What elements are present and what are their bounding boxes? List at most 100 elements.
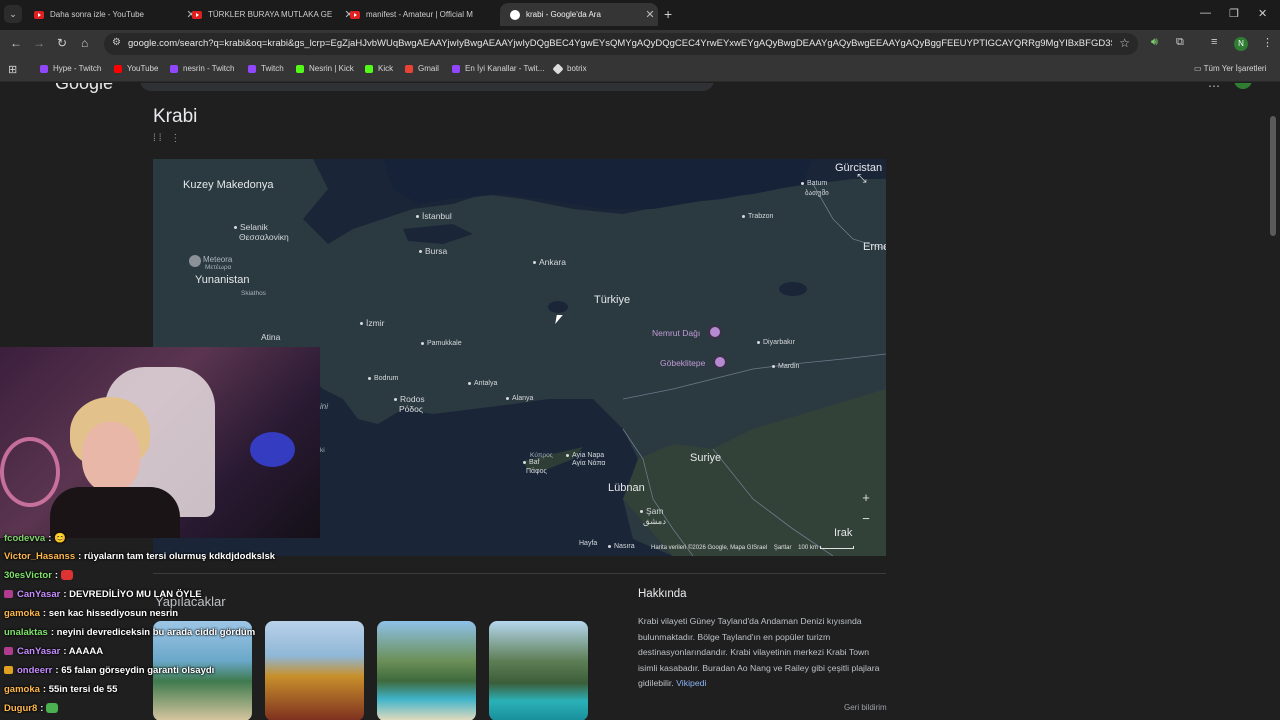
place-meteora[interactable]: Meteora — [203, 255, 232, 264]
bookmark-star-icon[interactable]: ☆ — [1119, 36, 1130, 50]
city-trabzon[interactable]: Trabzon — [742, 213, 773, 220]
city-mardin[interactable]: Mardin — [772, 363, 799, 370]
about-text: Krabi vilayeti Güney Tayland'da Andaman … — [638, 614, 888, 692]
folder-label: Tüm Yer İşaretleri — [1203, 64, 1267, 73]
back-icon[interactable]: ← — [10, 36, 22, 50]
wikipedia-link[interactable]: Vikipedi — [676, 678, 706, 688]
city-ayia-napa[interactable]: Ayia Napa — [566, 452, 604, 459]
zoom-in-button[interactable]: + — [855, 487, 877, 508]
chat-username: gamoka — [4, 684, 40, 695]
country-label-iraq: Irak — [834, 527, 853, 539]
home-icon[interactable]: ⌂ — [81, 36, 88, 50]
bookmark-youtube[interactable]: YouTube — [114, 64, 158, 73]
bookmark-botrix[interactable]: botrix — [552, 62, 587, 75]
forward-icon[interactable]: → — [33, 36, 45, 50]
minimize-icon[interactable]: — — [1200, 7, 1211, 19]
page-scrollbar[interactable] — [1270, 116, 1276, 236]
city-rhodes[interactable]: Rodos — [394, 394, 425, 404]
city-izmir[interactable]: İzmir — [360, 318, 384, 328]
youtube-icon — [114, 64, 122, 73]
apps-grid-icon[interactable]: ⊞ — [8, 63, 17, 76]
poi-nemrut-dagi[interactable]: Nemrut Dağı — [652, 328, 700, 338]
place-cyprus-greek: Κύπρος — [530, 452, 553, 459]
stream-chat: fcodevva: 😊 Victor_Hasanss: rüyaların ta… — [0, 533, 340, 720]
city-athens[interactable]: Atina — [261, 332, 280, 342]
url-text[interactable]: google.com/search?q=krabi&oq=krabi&gs_lc… — [128, 38, 1112, 49]
entity-title: Krabi — [153, 106, 198, 127]
close-tab-icon[interactable]: ✕ — [642, 8, 658, 21]
emote-icon — [60, 570, 73, 581]
search-box[interactable] — [140, 83, 714, 91]
bookmark-label: Nesrin | Kick — [309, 64, 354, 73]
media-controls-icon[interactable]: ≡ — [1211, 36, 1217, 48]
google-apps-icon[interactable]: ⋯ — [1208, 83, 1220, 93]
chat-message: 30esVictor: — [4, 570, 73, 581]
zoom-out-button[interactable]: − — [855, 508, 877, 529]
about-panel: Hakkında Krabi vilayeti Güney Tayland'da… — [638, 588, 888, 692]
restore-icon[interactable]: ❐ — [1229, 7, 1239, 20]
bookmark-nesrin-kick[interactable]: Nesrin | Kick — [296, 64, 354, 73]
tab-search-button[interactable]: ⌄ — [4, 5, 22, 23]
close-window-icon[interactable]: ✕ — [1258, 7, 1267, 20]
google-logo[interactable]: Google — [55, 83, 113, 94]
city-haifa[interactable]: Hayfa — [579, 540, 597, 547]
city-ankara[interactable]: Ankara — [533, 257, 566, 267]
city-thessaloniki-greek: Θεσσαλονίκη — [239, 232, 289, 242]
streamer-body — [50, 487, 180, 538]
chat-message: gamoka: sen kac hissediyosun nesrin — [4, 608, 179, 619]
city-damascus[interactable]: Şam — [640, 506, 663, 516]
city-alanya[interactable]: Alanya — [506, 395, 533, 402]
thing-to-do-image-3[interactable] — [377, 621, 476, 720]
meteora-pin-icon[interactable] — [189, 255, 201, 267]
bookmark-nesrin-twitch[interactable]: nesrin - Twitch — [170, 64, 234, 73]
chat-username: gamoka — [4, 608, 40, 619]
chat-text: neyini devrediceksin bu arada ciddi görd… — [56, 627, 256, 638]
audio-playing-icon[interactable]: 🔊︎ — [1151, 36, 1158, 49]
bookmark-hype-twitch[interactable]: Hype - Twitch — [40, 64, 101, 73]
map-scale[interactable]: 100 km — [798, 545, 818, 551]
bookmark-label: Kick — [378, 64, 394, 73]
chat-message: gamoka: 55in tersi de 55 — [4, 684, 118, 695]
entity-options[interactable]: ⁞⁞ ⋮ — [153, 133, 183, 144]
tab-youtube-watch-later[interactable]: Daha sonra izle - YouTube ✕ — [24, 3, 199, 26]
all-bookmarks-folder[interactable]: ▭ Tüm Yer İşaretleri — [1194, 64, 1266, 73]
tab-youtube-turkler[interactable]: TÜRKLER BURAYA MUTLAKA GE ✕ — [182, 3, 357, 26]
city-batumi[interactable]: Batum — [801, 180, 827, 187]
chat-username: fcodevva — [4, 533, 46, 544]
bookmark-label: Hype - Twitch — [53, 64, 102, 73]
city-nazareth[interactable]: Nasıra — [608, 543, 635, 550]
bookmark-twitch[interactable]: Twitch — [248, 64, 284, 73]
tab-youtube-manifest[interactable]: manifest - Amateur | Official M ✕ — [340, 3, 515, 26]
thing-to-do-image-4[interactable] — [489, 621, 588, 720]
twitch-icon — [170, 64, 178, 73]
webcam-overlay — [0, 347, 320, 538]
new-tab-button[interactable]: + — [664, 6, 672, 22]
tab-google-krabi[interactable]: krabi - Google'da Ara ✕ — [500, 3, 658, 26]
city-bursa[interactable]: Bursa — [419, 246, 447, 256]
site-info-icon[interactable]: ⚙ — [112, 37, 121, 48]
profile-avatar[interactable]: N — [1234, 37, 1248, 51]
city-istanbul[interactable]: İstanbul — [416, 211, 452, 221]
city-bodrum[interactable]: Bodrum — [368, 375, 399, 382]
city-pamukkale[interactable]: Pamukkale — [421, 340, 462, 347]
city-diyarbakir[interactable]: Diyarbakır — [757, 339, 795, 346]
collapse-map-icon[interactable]: ⤡ — [857, 171, 867, 186]
city-rhodes-greek: Ρόδος — [399, 404, 423, 414]
nemrut-pin-icon[interactable] — [708, 325, 722, 339]
feedback-link[interactable]: Geri bildirim — [844, 703, 887, 712]
city-paphos[interactable]: Baf — [523, 459, 540, 466]
city-thessaloniki[interactable]: Selanik — [234, 222, 268, 232]
city-antalya[interactable]: Antalya — [468, 380, 497, 387]
youtube-icon — [192, 10, 202, 19]
bookmark-en-iyi-kanallar[interactable]: En İyi Kanallar - Twit... — [452, 64, 544, 73]
menu-kebab-icon[interactable]: ⋮ — [1262, 36, 1273, 49]
account-avatar[interactable] — [1234, 83, 1252, 89]
map-terms-link[interactable]: Şartlar — [774, 545, 792, 551]
bookmark-kick[interactable]: Kick — [365, 64, 393, 73]
bookmark-gmail[interactable]: Gmail — [405, 64, 439, 73]
reload-icon[interactable]: ↻ — [57, 36, 67, 50]
poi-gobeklitepe[interactable]: Göbeklitepe — [660, 358, 705, 368]
extensions-icon[interactable]: ⧉ — [1176, 36, 1184, 49]
address-bar[interactable]: ⚙ google.com/search?q=krabi&oq=krabi&gs_… — [104, 33, 1138, 55]
gobeklitepe-pin-icon[interactable] — [713, 355, 727, 369]
